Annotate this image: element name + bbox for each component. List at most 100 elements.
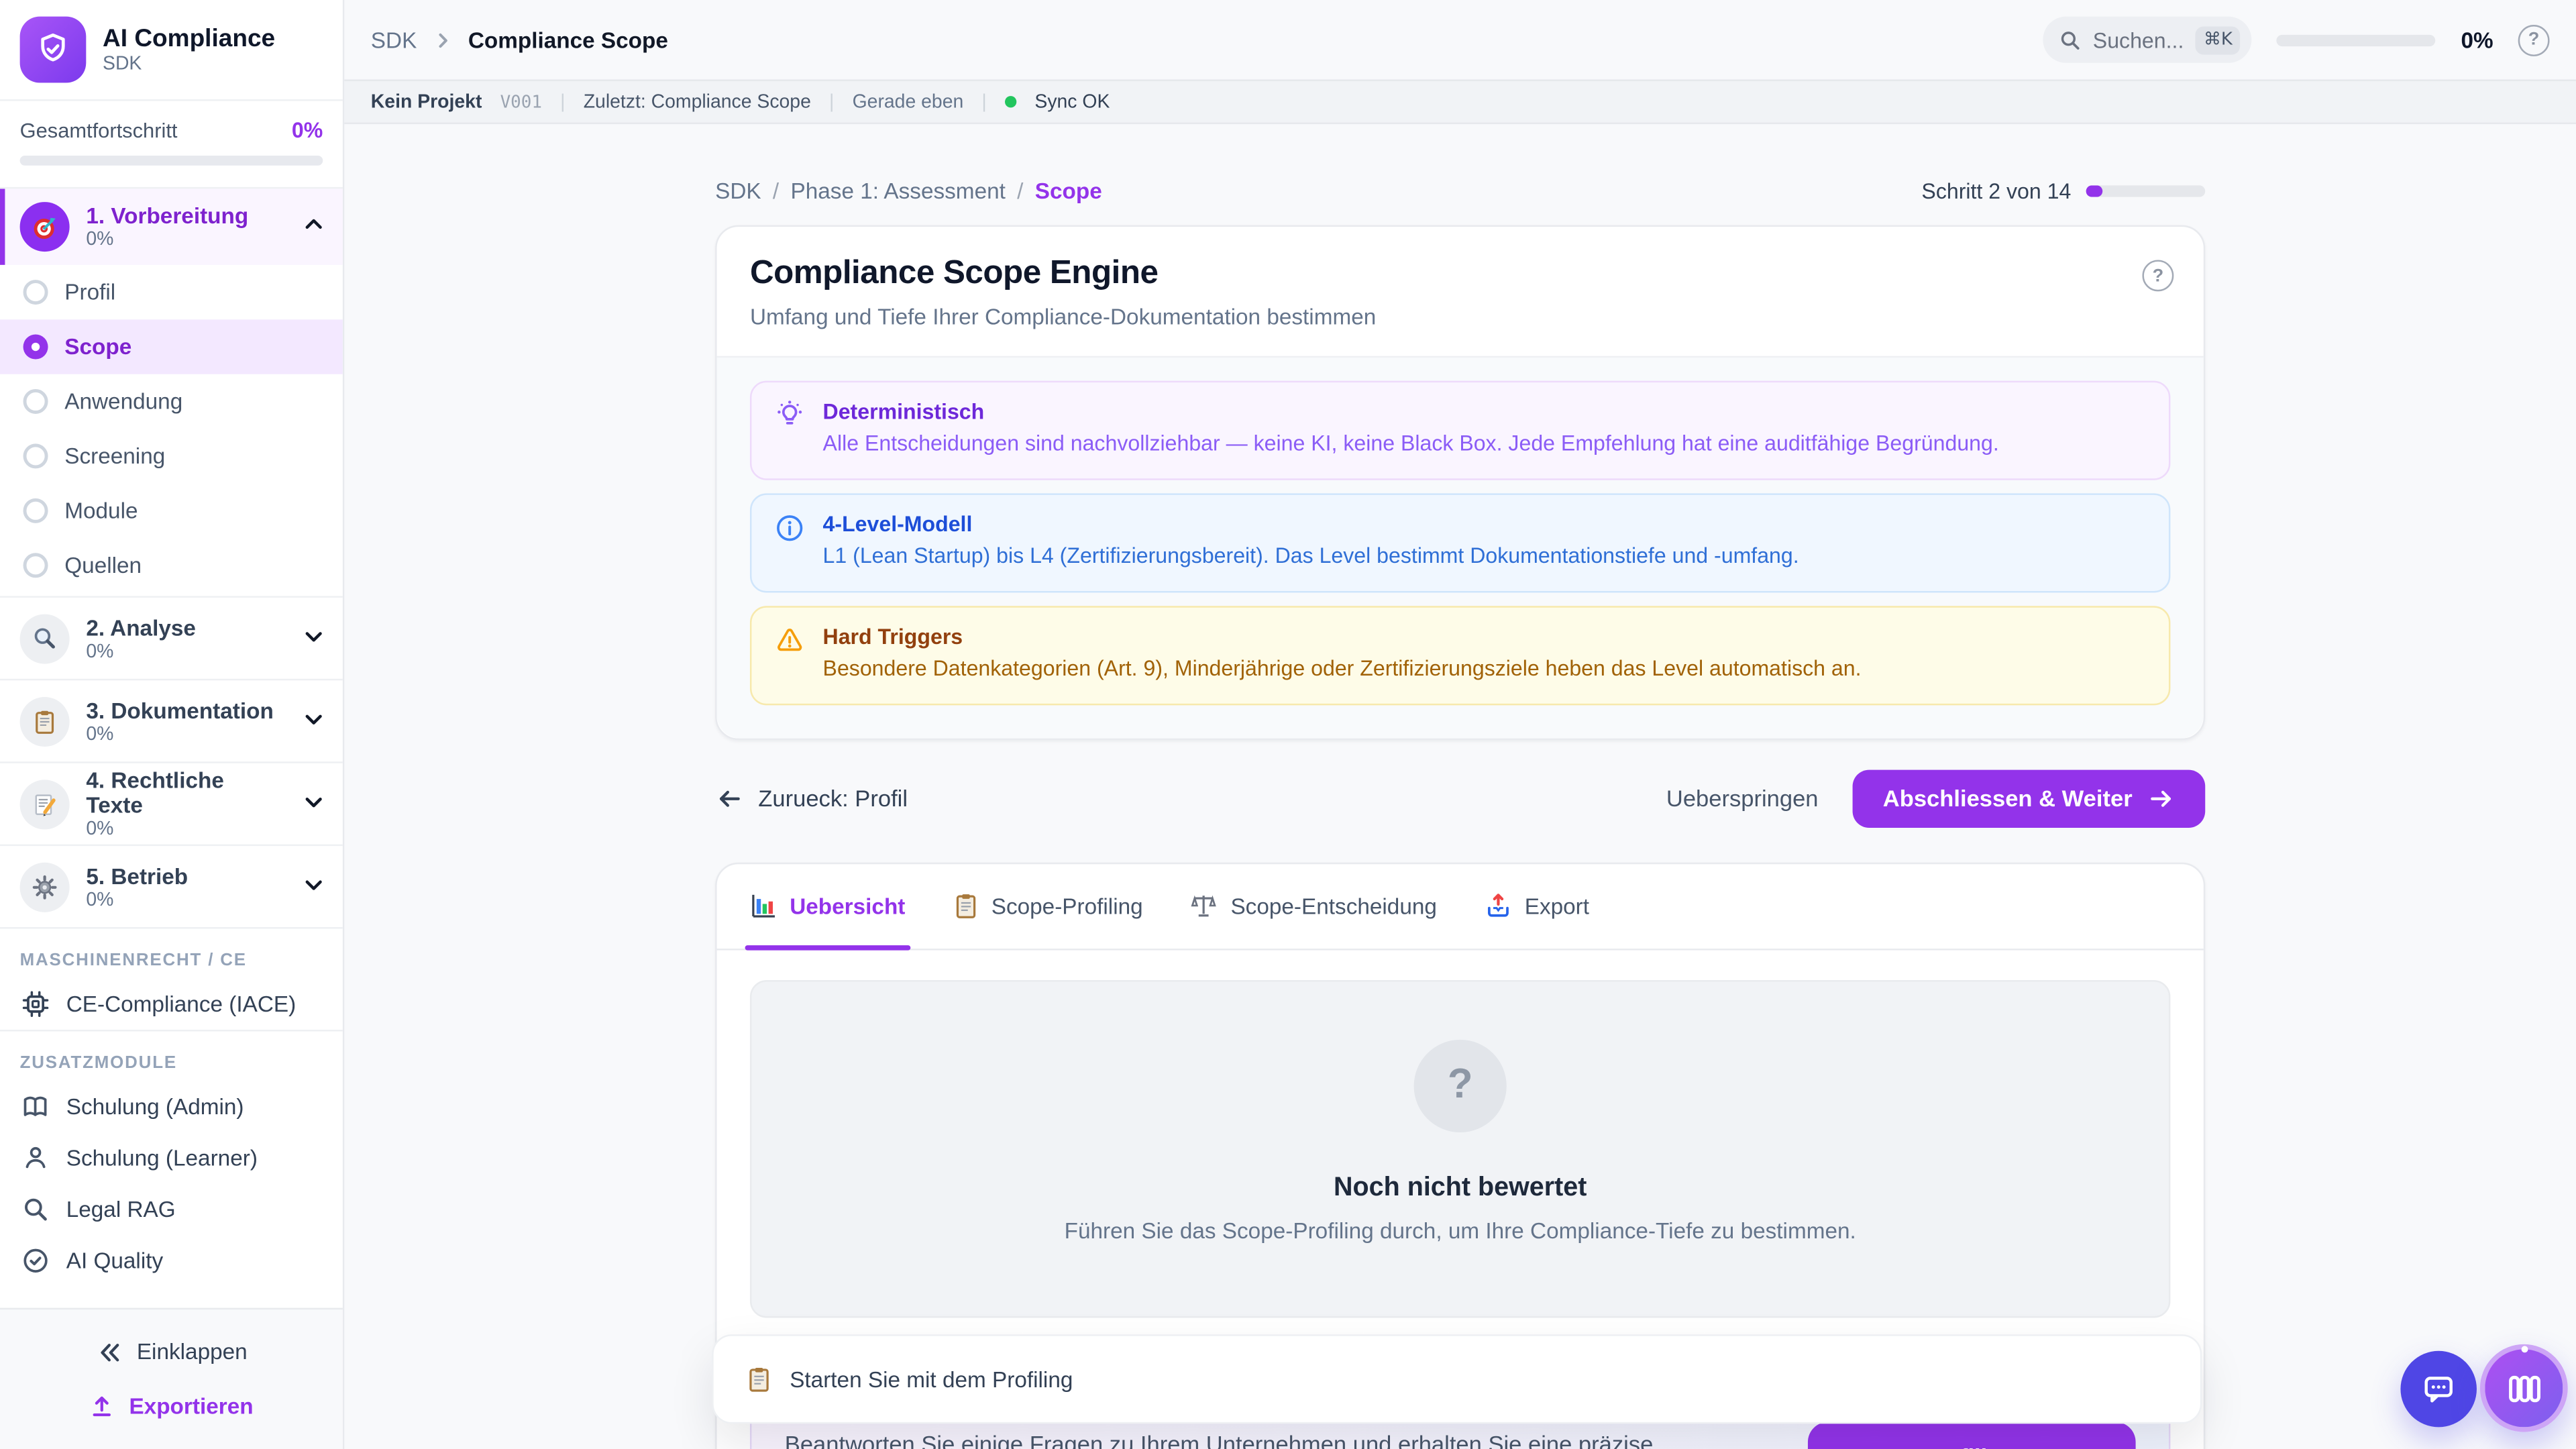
help-icon[interactable]: ? [2518,24,2550,56]
info-box-deterministic: Deterministisch Alle Entscheidungen sind… [750,381,2170,480]
breadcrumb-root[interactable]: SDK [371,28,417,52]
sidebar-item-legal-rag[interactable]: Legal RAG [0,1184,343,1236]
info-box-level-model: 4-Level-Modell L1 (Lean Startup) bis L4 … [750,493,2170,592]
sidebar-item-scope[interactable]: Scope [0,319,343,374]
search-placeholder: Suchen... [2093,28,2184,52]
content-column: SDK / Phase 1: Assessment / Scope Schrit… [715,179,2205,1449]
gear-icon [20,862,70,912]
chevron-up-icon [301,212,326,241]
callout-description: Beantworten Sie einige Fragen zu Ihrem U… [785,1430,1775,1449]
warning-icon [775,624,804,685]
scope-engine-card: Compliance Scope Engine Umfang und Tiefe… [715,225,2205,739]
chevron-down-icon [301,871,326,901]
book-icon [20,1093,50,1121]
export-button[interactable]: Exportieren [20,1379,323,1434]
sidebar-item-profil[interactable]: Profil [0,265,343,319]
page-crumb-phase[interactable]: Phase 1: Assessment [790,179,1005,204]
app-logo [20,17,87,83]
step-indicator: Schritt 2 von 14 [1921,179,2205,204]
sidebar-item-quellen[interactable]: Quellen [0,538,343,592]
overall-progress-percent: 0% [292,117,323,142]
info-box-title: Deterministisch [823,399,1999,424]
info-box-text: Besondere Datenkategorien (Art. 9), Mind… [823,653,1862,685]
sidebar-section-analyse[interactable]: 2. Analyse 0% [0,596,343,678]
chat-button[interactable] [2400,1351,2477,1428]
sidebar-section-betrieb[interactable]: 5. Betrieb 0% [0,845,343,927]
sidebar-nav: 1. Vorbereitung 0% Profil Scope [0,189,343,1307]
breadcrumb-current: Compliance Scope [468,28,668,52]
sidebar-item-schulung-admin[interactable]: Schulung (Admin) [0,1081,343,1133]
sidebar-item-ai-quality[interactable]: AI Quality [0,1235,343,1287]
chevron-right-icon [432,29,453,50]
app-subtitle: SDK [103,55,275,75]
sidebar-section-rechtliche-texte[interactable]: 4. Rechtliche Texte 0% [0,761,343,844]
action-row: Zurueck: Profil Ueberspringen Abschliess… [715,769,2205,826]
scales-icon [1191,892,1217,918]
tab-scope-entscheidung[interactable]: Scope-Entscheidung [1191,863,1437,948]
arrow-left-icon [715,784,743,812]
skip-button[interactable]: Ueberspringen [1666,785,1819,811]
radio-icon [23,498,48,523]
empty-state-description: Führen Sie das Scope-Profiling durch, um… [785,1218,2136,1242]
card-help-icon[interactable]: ? [2142,260,2174,291]
radio-selected-icon [23,335,48,360]
search-icon [2059,29,2081,50]
search-icon [20,1195,50,1224]
back-button[interactable]: Zurueck: Profil [715,784,908,812]
sidebar-header-maschinenrecht: MASCHINENRECHT / CE [0,927,343,979]
panels-button[interactable] [2480,1344,2568,1432]
sidebar-item-screening[interactable]: Screening [0,429,343,483]
page-crumb-root[interactable]: SDK [715,179,761,204]
sidebar: AI Compliance SDK Gesamtfortschritt 0% 1… [0,0,344,1449]
page-title: Compliance Scope Engine [750,255,2170,293]
overall-progress-label: Gesamtfortschritt [20,118,178,142]
info-icon [775,511,804,572]
info-box-hard-triggers: Hard Triggers Besondere Datenkategorien … [750,605,2170,704]
radio-icon [23,443,48,468]
toast-text: Starten Sie mit dem Profiling [790,1366,1073,1391]
last-visited: Zuletzt: Compliance Scope [584,92,811,112]
check-circle-icon [20,1246,50,1275]
phase-subnav: Profil Scope Anwendung Screening Module [0,265,343,596]
project-name: Kein Projekt [371,92,482,112]
overall-progress-bar [20,156,323,166]
phase-label: 1. Vorbereitung [86,204,284,229]
collapse-sidebar-button[interactable]: Einklappen [20,1324,323,1379]
info-box-text: Alle Entscheidungen sind nachvollziehbar… [823,429,1999,460]
question-mark-icon: ? [1414,1039,1507,1132]
chat-bubble-icon [2420,1371,2457,1407]
chevron-down-icon [301,789,326,818]
step-label: Schritt 2 von 14 [1921,179,2071,204]
complete-next-button[interactable]: Abschliessen & Weiter [1853,769,2205,826]
sidebar-item-ce-compliance[interactable]: CE-Compliance (IACE) [0,979,343,1030]
magnifier-icon [20,613,70,663]
sidebar-section-dokumentation[interactable]: 3. Dokumentation 0% [0,679,343,761]
radio-icon [23,389,48,414]
main-area: SDK Compliance Scope Suchen... ⌘K 0% ? [344,0,2576,1449]
double-chevron-left-icon [95,1338,121,1364]
chevron-down-icon [301,623,326,653]
step-progress-bar [2086,185,2206,197]
tab-export[interactable]: Export [1485,863,1590,948]
profiling-hint-toast: Starten Sie mit dem Profiling [712,1334,2202,1424]
sidebar-section-vorbereitung[interactable]: 1. Vorbereitung 0% [0,189,343,265]
shield-check-icon [33,30,72,69]
page-subtitle: Umfang und Tiefe Ihrer Compliance-Dokume… [750,305,2170,329]
tab-uebersicht[interactable]: Uebersicht [750,863,905,948]
start-profiling-button[interactable]: Scope-Profiling starten [1808,1421,2136,1449]
arrow-right-icon [2147,784,2176,812]
person-icon [20,1144,50,1172]
sidebar-item-module[interactable]: Module [0,484,343,538]
clipboard-icon [20,696,70,746]
sidebar-item-schulung-learner[interactable]: Schulung (Learner) [0,1132,343,1184]
global-progress-percent: 0% [2461,28,2493,52]
page-crumb-current: Scope [1035,179,1102,204]
empty-state: ? Noch nicht bewertet Führen Sie das Sco… [750,979,2170,1317]
chevron-down-icon [301,706,326,736]
sidebar-item-anwendung[interactable]: Anwendung [0,374,343,429]
app-root: AI Compliance SDK Gesamtfortschritt 0% 1… [0,0,2576,1449]
status-bar: Kein Projekt V001 | Zuletzt: Compliance … [344,79,2576,124]
search-input[interactable]: Suchen... ⌘K [2043,17,2253,63]
tab-scope-profiling[interactable]: Scope-Profiling [953,863,1143,948]
empty-state-title: Noch nicht bewertet [785,1173,2136,1203]
